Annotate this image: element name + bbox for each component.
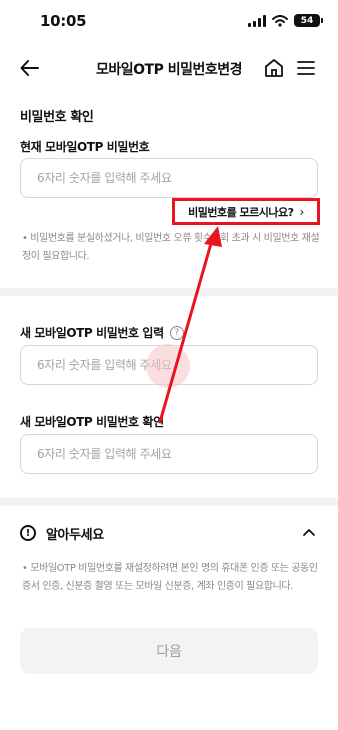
status-time: 10:05 <box>40 12 87 30</box>
menu-button[interactable] <box>294 56 318 80</box>
help-icon[interactable]: ? <box>169 325 184 340</box>
password-reset-note: • 비밀번호를 분실하셨거나, 비밀번호 오류 횟수 5회 초과 시 비밀번호 … <box>22 233 320 262</box>
section-divider-2 <box>0 498 338 506</box>
page-title: 모바일OTP 비밀번호변경 <box>95 62 243 78</box>
forgot-password-label: 비밀번호를 모르시나요? <box>188 205 294 219</box>
current-password-field[interactable] <box>20 158 318 198</box>
current-password-label: 현재 모바일OTP 비밀번호 <box>20 140 150 154</box>
status-bar: 10:05 54 <box>0 0 338 44</box>
notice-header[interactable]: ! 알아두세요 <box>20 522 318 544</box>
confirm-password-input[interactable] <box>21 435 317 473</box>
current-password-input[interactable] <box>21 159 317 197</box>
confirm-password-field[interactable] <box>20 434 318 474</box>
section-divider <box>0 288 338 296</box>
signal-icon <box>248 14 266 27</box>
next-button[interactable]: 다음 <box>20 628 318 674</box>
new-password-field[interactable] <box>20 345 318 385</box>
confirm-password-label: 새 모바일OTP 비밀번호 확인 <box>20 415 164 429</box>
status-icons: 54 <box>248 14 323 27</box>
chevron-up-icon[interactable] <box>300 524 318 542</box>
forgot-password-link[interactable]: 비밀번호를 모르시나요? › <box>172 198 320 225</box>
app-header: 모바일OTP 비밀번호변경 <box>0 50 338 86</box>
notice-title: 알아두세요 <box>46 527 104 543</box>
battery-icon: 54 <box>294 14 323 27</box>
section-title-password-check: 비밀번호 확인 <box>20 110 94 125</box>
new-password-input[interactable] <box>21 346 317 384</box>
home-icon <box>265 59 283 77</box>
exclamation-icon: ! <box>20 525 36 541</box>
chevron-right-icon: › <box>299 204 305 219</box>
wifi-icon <box>272 14 288 27</box>
hamburger-menu-icon <box>297 61 315 75</box>
notice-text: • 모바일OTP 비밀번호를 재설정하려면 본인 명의 휴대폰 인증 또는 공동… <box>22 563 318 592</box>
new-password-label: 새 모바일OTP 비밀번호 입력 <box>20 326 164 340</box>
home-button[interactable] <box>262 56 286 80</box>
new-password-label-row: 새 모바일OTP 비밀번호 입력 ? <box>20 324 184 341</box>
